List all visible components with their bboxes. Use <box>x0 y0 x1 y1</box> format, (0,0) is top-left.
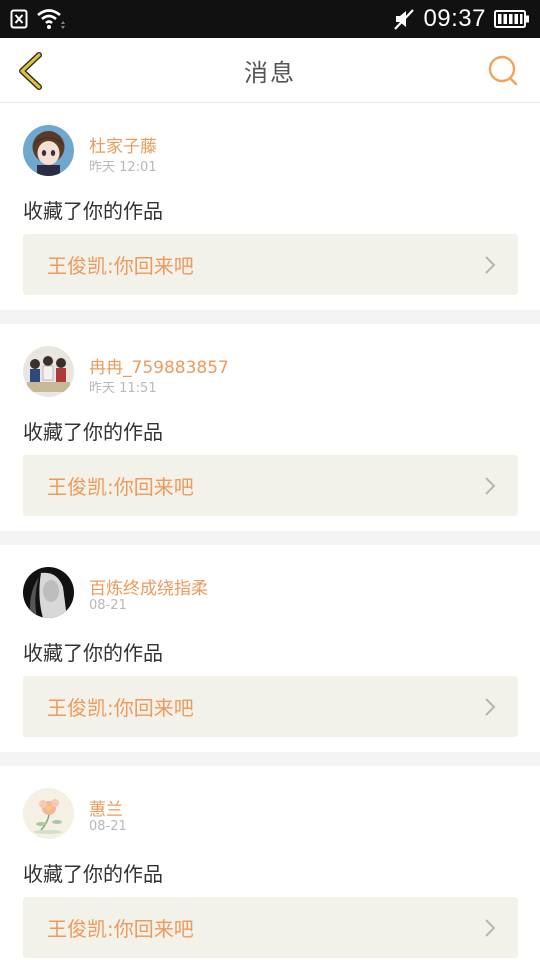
mute-icon <box>393 7 415 31</box>
message-list: 杜家子藤 昨天 12:01 收藏了你的作品 王俊凯:你回来吧 冉冉_759883… <box>0 103 540 960</box>
close-box-icon <box>10 9 28 29</box>
status-right: 09:37 <box>393 5 530 33</box>
chevron-left-icon <box>19 52 42 90</box>
search-icon <box>488 55 518 86</box>
user-name[interactable]: 百炼终成绕指柔 <box>89 574 208 599</box>
page-title: 消息 <box>244 58 296 87</box>
avatar[interactable] <box>23 567 74 618</box>
avatar[interactable] <box>23 788 74 839</box>
user-name[interactable]: 蕙兰 <box>89 795 123 820</box>
work-title: 王俊凯:你回来吧 <box>47 696 194 720</box>
status-bar: 09:37 <box>0 0 540 38</box>
message-card: 蕙兰 08-21 收藏了你的作品 王俊凯:你回来吧 <box>0 766 540 960</box>
action-text: 收藏了你的作品 <box>23 420 163 444</box>
search-button[interactable] <box>486 54 520 88</box>
status-left <box>10 7 66 31</box>
battery-icon <box>494 10 530 28</box>
message-time: 08-21 <box>89 819 127 834</box>
message-time: 08-21 <box>89 598 127 613</box>
user-name[interactable]: 冉冉_759883857 <box>89 353 229 378</box>
header: 消息 <box>0 38 540 103</box>
work-link[interactable]: 王俊凯:你回来吧 <box>23 676 518 737</box>
chevron-right-icon <box>485 698 496 716</box>
action-text: 收藏了你的作品 <box>23 862 163 886</box>
message-card: 百炼终成绕指柔 08-21 收藏了你的作品 王俊凯:你回来吧 <box>0 545 540 752</box>
avatar[interactable] <box>23 346 74 397</box>
work-link[interactable]: 王俊凯:你回来吧 <box>23 455 518 516</box>
chevron-right-icon <box>485 919 496 937</box>
work-title: 王俊凯:你回来吧 <box>47 254 194 278</box>
action-text: 收藏了你的作品 <box>23 641 163 665</box>
message-time: 昨天 11:51 <box>89 381 157 396</box>
message-card: 冉冉_759883857 昨天 11:51 收藏了你的作品 王俊凯:你回来吧 <box>0 324 540 531</box>
wifi-icon <box>36 7 66 31</box>
message-card: 杜家子藤 昨天 12:01 收藏了你的作品 王俊凯:你回来吧 <box>0 103 540 310</box>
back-button[interactable] <box>14 50 50 92</box>
avatar[interactable] <box>23 125 74 176</box>
work-title: 王俊凯:你回来吧 <box>47 917 194 941</box>
chevron-right-icon <box>485 477 496 495</box>
work-link[interactable]: 王俊凯:你回来吧 <box>23 234 518 295</box>
user-name[interactable]: 杜家子藤 <box>89 132 157 157</box>
action-text: 收藏了你的作品 <box>23 199 163 223</box>
message-time: 昨天 12:01 <box>89 160 157 175</box>
work-link[interactable]: 王俊凯:你回来吧 <box>23 897 518 958</box>
chevron-right-icon <box>485 256 496 274</box>
status-time: 09:37 <box>423 5 486 32</box>
work-title: 王俊凯:你回来吧 <box>47 475 194 499</box>
